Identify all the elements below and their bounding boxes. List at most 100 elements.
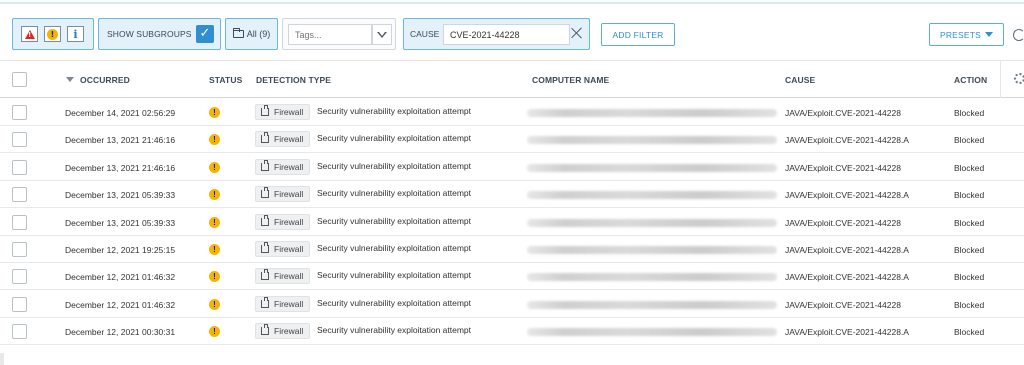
row-checkbox[interactable] <box>12 105 27 120</box>
detection-description: Security vulnerability exploitation atte… <box>317 270 472 281</box>
gear-icon[interactable] <box>1014 73 1024 84</box>
header-computer-name[interactable]: COMPUTER NAME <box>532 75 609 85</box>
header-occurred-label: OCCURRED <box>80 75 130 85</box>
cause-cell: JAVA/Exploit.CVE-2021-44228.A <box>785 190 909 201</box>
warning-status-icon: ! <box>209 216 220 228</box>
row-checkbox[interactable] <box>12 159 27 175</box>
computer-name-redacted <box>527 218 777 227</box>
firewall-icon <box>261 159 269 171</box>
detection-description: Security vulnerability exploitation atte… <box>317 188 472 199</box>
action-cell: Blocked <box>954 327 985 338</box>
firewall-icon <box>261 105 269 116</box>
add-filter-button[interactable]: ADD FILTER <box>601 23 675 46</box>
occurred-cell: December 12, 2021 01:46:32 <box>65 299 176 310</box>
computer-name-redacted <box>527 246 777 254</box>
severity-info-toggle[interactable]: i <box>67 26 84 42</box>
header-action[interactable]: ACTION <box>954 75 987 85</box>
cause-cell: JAVA/Exploit.CVE-2021-44228 <box>785 108 901 118</box>
header-detection-type[interactable]: DETECTION TYPE <box>256 75 331 85</box>
caret-down-icon <box>985 32 994 37</box>
action-cell: Blocked <box>954 135 985 146</box>
row-checkbox[interactable] <box>12 187 27 203</box>
computer-name-redacted <box>527 163 777 172</box>
firewall-icon <box>261 269 269 281</box>
detection-type-label: Firewall <box>274 326 304 337</box>
computer-name-redacted <box>527 136 777 145</box>
folder-icon <box>232 28 244 38</box>
header-status[interactable]: STATUS <box>209 75 242 85</box>
table-row[interactable]: December 14, 2021 02:56:29! Firewall Secur… <box>0 99 1024 126</box>
firewall-icon <box>261 187 269 199</box>
table-header: OCCURRED STATUS DETECTION TYPE COMPUTER … <box>0 60 1024 98</box>
warning-status-icon: ! <box>209 326 220 338</box>
info-icon: i <box>73 27 78 41</box>
table-row[interactable]: December 12, 2021 00:30:31! Firewall Secur… <box>0 318 1024 346</box>
row-checkbox[interactable] <box>12 324 27 340</box>
detection-type-badge: Firewall <box>255 323 310 340</box>
show-subgroups-checkbox[interactable]: ✓ <box>196 25 214 43</box>
firewall-icon <box>261 132 269 144</box>
action-cell: Blocked <box>954 217 985 228</box>
computer-name-redacted <box>527 328 777 337</box>
table-row[interactable]: December 12, 2021 19:25:15! Firewall Secur… <box>0 236 1024 263</box>
occurred-cell: December 12, 2021 19:25:15 <box>65 245 176 255</box>
close-icon[interactable] <box>571 27 583 39</box>
cause-cell: JAVA/Exploit.CVE-2021-44228.A <box>785 272 909 283</box>
detection-type-badge: Firewall <box>255 213 310 230</box>
cause-cell: JAVA/Exploit.CVE-2021-44228 <box>785 162 901 173</box>
action-cell: Blocked <box>954 190 985 201</box>
row-checkbox[interactable] <box>12 132 27 148</box>
detection-type-badge: Firewall <box>255 295 310 312</box>
table-row[interactable]: December 13, 2021 21:46:16! Firewall Secur… <box>0 153 1024 181</box>
severity-error-toggle[interactable] <box>21 26 38 42</box>
warning-status-icon: ! <box>209 134 220 146</box>
detection-type-label: Firewall <box>274 244 304 254</box>
show-subgroups-toggle[interactable]: SHOW SUBGROUPS ✓ <box>98 18 221 50</box>
detection-type-badge: Firewall <box>255 131 310 148</box>
select-all-checkbox[interactable] <box>12 72 27 87</box>
group-selector-button[interactable]: All (9) <box>225 18 278 50</box>
computer-name-redacted <box>527 109 777 117</box>
table-row[interactable]: December 13, 2021 21:46:16! Firewall Secur… <box>0 126 1024 154</box>
detection-type-badge: Firewall <box>255 186 310 203</box>
header-occurred[interactable]: OCCURRED <box>66 75 130 85</box>
cause-cell: JAVA/Exploit.CVE-2021-44228 <box>785 299 901 310</box>
row-checkbox[interactable] <box>12 242 27 257</box>
action-cell: Blocked <box>954 245 985 255</box>
tags-input[interactable] <box>288 24 372 45</box>
firewall-icon <box>261 324 269 336</box>
header-cause[interactable]: CAUSE <box>785 75 815 85</box>
warning-status-icon: ! <box>209 107 220 118</box>
cause-filter-input[interactable] <box>443 24 570 45</box>
computer-name-redacted <box>527 191 777 200</box>
warning-icon: ! <box>47 28 58 40</box>
table-row[interactable]: December 12, 2021 01:46:32! Firewall Secur… <box>0 263 1024 291</box>
table-row[interactable]: December 13, 2021 05:39:33! Firewall Secur… <box>0 208 1024 236</box>
presets-button[interactable]: PRESETS <box>929 23 1004 46</box>
presets-label: PRESETS <box>939 29 982 40</box>
occurred-cell: December 14, 2021 02:56:29 <box>65 108 176 118</box>
occurred-cell: December 12, 2021 01:46:32 <box>65 272 176 283</box>
occurred-cell: December 13, 2021 05:39:33 <box>65 190 176 201</box>
row-checkbox[interactable] <box>12 214 27 230</box>
occurred-cell: December 13, 2021 21:46:16 <box>65 135 176 146</box>
detection-type-badge: Firewall <box>255 268 310 285</box>
refresh-icon[interactable] <box>1013 29 1024 41</box>
detection-description: Security vulnerability exploitation atte… <box>317 215 472 226</box>
row-checkbox[interactable] <box>12 269 27 285</box>
cause-cell: JAVA/Exploit.CVE-2021-44228.A <box>785 135 909 146</box>
table-row[interactable]: December 12, 2021 01:46:32! Firewall Secur… <box>0 290 1024 318</box>
severity-filter-group: ! i <box>12 18 94 50</box>
detection-type-label: Firewall <box>274 189 304 200</box>
row-checkbox[interactable] <box>12 296 27 312</box>
tags-dropdown-button[interactable] <box>372 24 392 45</box>
detection-description: Security vulnerability exploitation atte… <box>317 325 472 336</box>
occurred-cell: December 13, 2021 21:46:16 <box>65 162 176 173</box>
table-row[interactable]: December 13, 2021 05:39:33! Firewall Secur… <box>0 181 1024 209</box>
computer-name-redacted <box>527 300 777 309</box>
cause-cell: JAVA/Exploit.CVE-2021-44228.A <box>785 245 909 255</box>
detection-type-badge: Firewall <box>255 158 310 175</box>
show-subgroups-label: SHOW SUBGROUPS <box>107 29 192 39</box>
severity-warning-toggle[interactable]: ! <box>44 26 61 42</box>
occurred-cell: December 13, 2021 05:39:33 <box>65 217 176 228</box>
